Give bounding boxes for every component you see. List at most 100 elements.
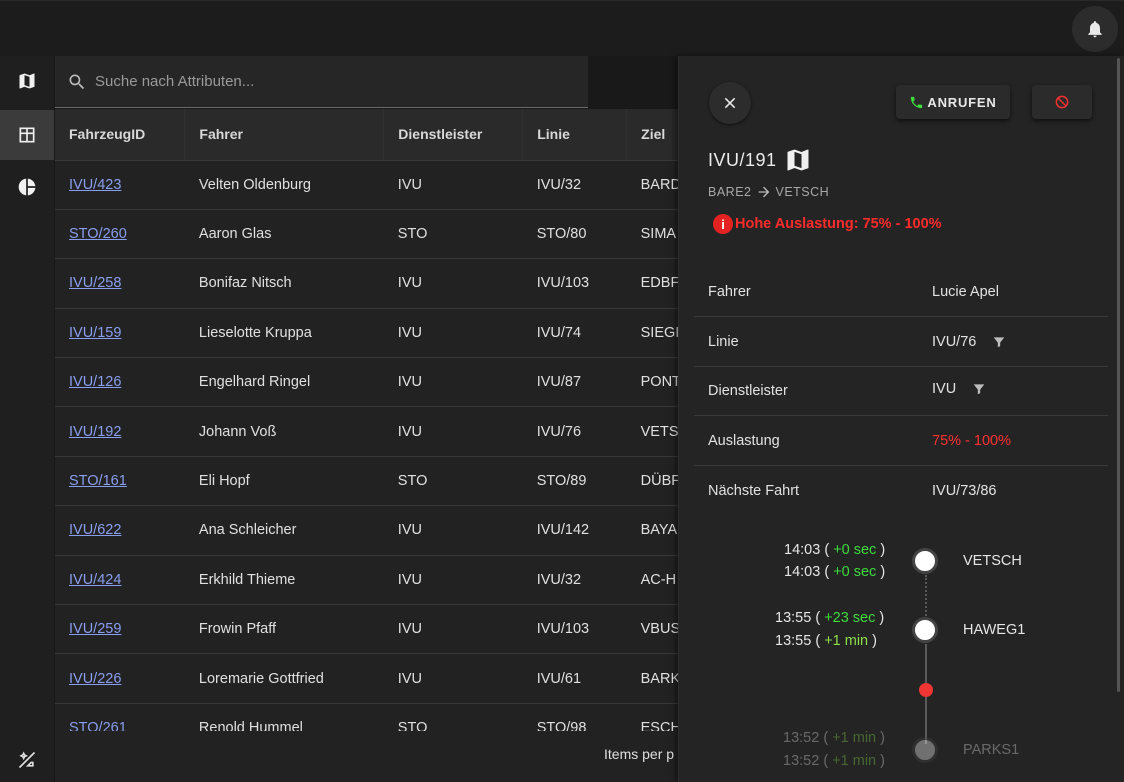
cell-provider: IVU — [383, 505, 523, 556]
column-header-driver[interactable]: Fahrer — [184, 109, 385, 161]
vehicle-id-link[interactable]: IVU/126 — [69, 374, 121, 390]
nav-table[interactable] — [0, 110, 54, 160]
panel-scrollbar[interactable] — [1117, 58, 1120, 692]
filter-icon[interactable] — [972, 382, 986, 396]
cell-provider: IVU — [383, 258, 523, 309]
attribute-key: Linie — [708, 334, 739, 350]
attribute-value: Lucie Apel — [932, 284, 999, 300]
stop-name: HAWEG1 — [963, 622, 1026, 638]
cell-driver: Loremarie Gottfried — [184, 653, 384, 704]
nav-statistics[interactable] — [0, 162, 54, 212]
table-row[interactable]: IVU/622 Ana Schleicher IVU IVU/142 BAYA — [55, 505, 678, 556]
table-row[interactable]: IVU/259 Frowin Pfaff IVU IVU/103 VBUS — [55, 604, 678, 655]
vehicle-id-link[interactable]: STO/161 — [69, 473, 127, 489]
block-button[interactable] — [1032, 85, 1092, 119]
vehicle-id-link[interactable]: IVU/258 — [69, 275, 121, 291]
table-row[interactable]: STO/260 Aaron Glas STO STO/80 SIMA — [55, 209, 678, 260]
cell-driver: Aaron Glas — [184, 209, 384, 260]
attribute-row-line: Linie IVU/76 — [694, 318, 1108, 367]
attribute-key: Auslastung — [708, 433, 780, 449]
search-input[interactable] — [95, 73, 555, 90]
column-header-destination[interactable]: Ziel — [626, 109, 678, 161]
timeline-time: 14:03 ( +0 sec ) — [784, 564, 886, 580]
attribute-key: Fahrer — [708, 284, 751, 300]
cell-line: STO/89 — [522, 456, 627, 507]
cell-driver: Eli Hopf — [184, 456, 384, 507]
cell-destination: BARD — [626, 160, 678, 210]
column-header-provider[interactable]: Dienstleister — [383, 109, 524, 161]
vehicle-id-link[interactable]: IVU/423 — [69, 177, 121, 193]
vehicle-id-link[interactable]: IVU/622 — [69, 522, 121, 538]
cell-driver: Ana Schleicher — [184, 505, 384, 556]
cell-provider: IVU — [383, 604, 523, 655]
vehicle-id-link[interactable]: IVU/159 — [69, 325, 121, 341]
table-row[interactable]: IVU/423 Velten Oldenburg IVU IVU/32 BARD — [55, 160, 678, 210]
items-per-page-label: Items per p — [604, 746, 675, 762]
table-row[interactable]: IVU/159 Lieselotte Kruppa IVU IVU/74 SIEGI — [55, 308, 678, 359]
cell-line: IVU/32 — [522, 555, 627, 606]
vehicle-id: IVU/191 — [708, 149, 777, 170]
close-button[interactable] — [709, 82, 751, 124]
table-row[interactable]: STO/261 Renold Hummel STO STO/98 ESCH — [55, 703, 678, 731]
theme-toggle-button[interactable] — [0, 738, 54, 782]
vehicle-id-link[interactable]: STO/261 — [69, 720, 127, 731]
vehicle-detail-panel: ANRUFEN IVU/191 BARE2 VETSCH i Hohe Ausl… — [678, 56, 1124, 782]
table-row[interactable]: STO/161 Eli Hopf STO STO/89 DÜBF — [55, 456, 678, 507]
stop-marker[interactable] — [912, 617, 938, 643]
timeline-time: 13:52 ( +1 min ) — [783, 753, 885, 769]
attribute-row-driver: Fahrer Lucie Apel — [694, 268, 1108, 317]
search-icon — [69, 74, 85, 89]
map-icon — [19, 73, 35, 89]
table-row[interactable]: IVU/192 Johann Voß IVU IVU/76 VETS — [55, 406, 678, 457]
cell-driver: Renold Hummel — [184, 703, 384, 731]
cell-destination: DÜBF — [626, 456, 678, 507]
cell-destination: VBUS — [626, 604, 678, 655]
filter-icon[interactable] — [992, 335, 1006, 349]
bell-icon — [1088, 21, 1102, 38]
vehicle-position-marker — [919, 683, 933, 697]
route-to: VETSCH — [775, 185, 830, 199]
stop-name: PARKS1 — [963, 742, 1020, 758]
cell-line: IVU/32 — [522, 160, 627, 210]
cell-driver: Frowin Pfaff — [184, 604, 384, 655]
app-root: FahrzeugID Fahrer Dienstleister Linie Zi… — [0, 0, 1124, 782]
cell-destination: BAYA — [626, 505, 678, 556]
table-row[interactable]: IVU/424 Erkhild Thieme IVU IVU/32 AC-H — [55, 555, 678, 606]
call-button-label: ANRUFEN — [927, 94, 997, 110]
attribute-value: 75% - 100% — [932, 433, 1011, 449]
map-icon[interactable] — [783, 146, 813, 174]
cell-provider: IVU — [383, 406, 523, 457]
top-bar — [0, 0, 1124, 56]
column-header-line[interactable]: Linie — [522, 109, 628, 161]
vehicle-id-link[interactable]: IVU/192 — [69, 424, 121, 440]
cell-driver: Velten Oldenburg — [184, 160, 384, 210]
attribute-row-occupancy: Auslastung 75% - 100% — [694, 417, 1108, 466]
warning-text: Hohe Auslastung: 75% - 100% — [735, 216, 942, 232]
nav-map[interactable] — [0, 56, 54, 106]
table-row[interactable]: IVU/226 Loremarie Gottfried IVU IVU/61 BARK — [55, 653, 678, 704]
attribute-row-next-trip: Nächste Fahrt IVU/73/86 — [694, 467, 1108, 516]
cell-provider: STO — [383, 456, 523, 507]
table-row[interactable]: IVU/126 Engelhard Ringel IVU IVU/87 PONT — [55, 357, 678, 408]
cell-provider: IVU — [383, 308, 523, 359]
block-icon — [1055, 95, 1069, 109]
cell-line: IVU/103 — [522, 258, 627, 309]
cell-line: IVU/87 — [522, 357, 627, 408]
route: BARE2 VETSCH — [708, 184, 829, 200]
vehicle-id-link[interactable]: IVU/259 — [69, 621, 121, 637]
attribute-key: Nächste Fahrt — [708, 483, 800, 499]
notifications-button[interactable] — [1072, 6, 1118, 52]
stop-marker[interactable] — [912, 737, 938, 763]
column-header-vehicle-id[interactable]: FahrzeugID — [55, 109, 186, 161]
vehicle-id-link[interactable]: STO/260 — [69, 226, 127, 242]
attribute-row-provider: Dienstleister IVU — [694, 367, 1108, 416]
cell-line: STO/98 — [522, 703, 627, 731]
cell-provider: STO — [383, 703, 523, 731]
stop-marker[interactable] — [912, 548, 938, 574]
table-footer: Items per p — [55, 731, 678, 782]
vehicle-id-link[interactable]: IVU/424 — [69, 572, 121, 588]
table-row[interactable]: IVU/258 Bonifaz Nitsch IVU IVU/103 EDBF — [55, 258, 678, 309]
vehicle-id-link[interactable]: IVU/226 — [69, 671, 121, 687]
call-button[interactable]: ANRUFEN — [896, 85, 1010, 119]
attribute-value: IVU/76 — [932, 334, 1006, 350]
